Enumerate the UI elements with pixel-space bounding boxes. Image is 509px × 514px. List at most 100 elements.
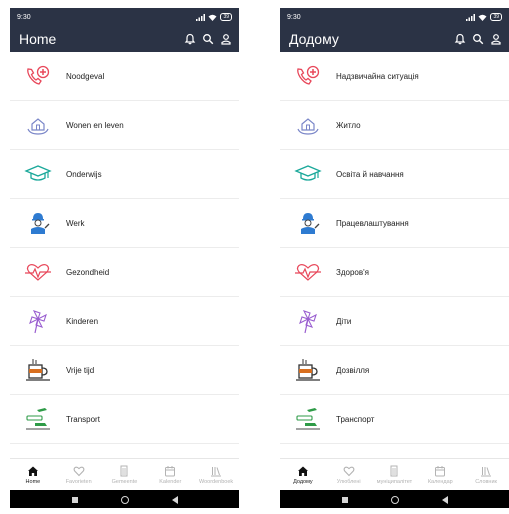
emergency-phone-icon xyxy=(293,63,323,89)
back-button[interactable] xyxy=(171,495,178,504)
system-navigation-bar xyxy=(280,490,509,508)
recent-apps-button[interactable] xyxy=(71,496,78,503)
nav-municipality[interactable]: муніципалітет xyxy=(372,465,417,485)
dictionary-icon xyxy=(481,466,492,476)
status-icons: 39 xyxy=(466,13,502,21)
category-item-leisure[interactable]: Дозвілля xyxy=(280,346,509,395)
app-bar: Додому xyxy=(280,26,509,52)
category-item-emergency[interactable]: Noodgeval xyxy=(10,52,239,101)
category-label: Житло xyxy=(336,120,361,130)
building-icon xyxy=(120,465,128,476)
category-item-transport[interactable]: Транспорт xyxy=(280,395,509,444)
battery-indicator: 39 xyxy=(490,13,502,21)
heart-pulse-icon xyxy=(293,259,323,285)
category-item-housing[interactable]: Житло xyxy=(280,101,509,150)
category-item-leisure[interactable]: Vrije tijd xyxy=(10,346,239,395)
calendar-icon xyxy=(165,465,176,476)
graduation-cap-icon xyxy=(23,161,53,187)
coffee-cup-icon xyxy=(23,357,53,383)
category-item-education[interactable]: Onderwijs xyxy=(10,150,239,199)
category-label: Onderwijs xyxy=(66,169,102,179)
category-item-health[interactable]: Gezondheid xyxy=(10,248,239,297)
category-item-children[interactable]: Kinderen xyxy=(10,297,239,346)
heart-icon xyxy=(343,466,355,476)
phone-screen-dutch: 9:30 39 Home Noodgeval Wonen en leven On… xyxy=(10,8,239,508)
wifi-icon xyxy=(208,14,217,21)
home-icon xyxy=(297,466,308,476)
category-label: Transport xyxy=(66,414,100,424)
bell-icon[interactable] xyxy=(454,33,466,45)
app-bar: Home xyxy=(10,26,239,52)
category-item-health[interactable]: Здоров'я xyxy=(280,248,509,297)
nav-calendar[interactable]: Календар xyxy=(418,465,463,485)
pinwheel-icon xyxy=(293,308,323,334)
wifi-icon xyxy=(478,14,487,21)
signal-icon xyxy=(196,13,206,21)
graduation-cap-icon xyxy=(293,161,323,187)
worker-icon xyxy=(23,210,53,236)
housing-icon xyxy=(293,112,323,138)
home-system-button[interactable] xyxy=(120,495,129,504)
category-item-emergency[interactable]: Надзвичайна ситуація xyxy=(280,52,509,101)
home-system-button[interactable] xyxy=(390,495,399,504)
back-button[interactable] xyxy=(441,495,448,504)
category-label: Gezondheid xyxy=(66,267,110,277)
category-label: Werk xyxy=(66,218,85,228)
nav-home[interactable]: Home xyxy=(10,465,55,485)
bottom-navigation: Home Favorieten Gemeente Kalender Woorde… xyxy=(10,458,239,490)
category-label: Надзвичайна ситуація xyxy=(336,71,419,81)
category-label: Транспорт xyxy=(336,414,375,424)
pinwheel-icon xyxy=(23,308,53,334)
status-bar: 9:30 39 xyxy=(10,8,239,26)
bottom-navigation: Додому Улюблені муніципалітет Календар С… xyxy=(280,458,509,490)
category-item-education[interactable]: Освіта й навчання xyxy=(280,150,509,199)
status-icons: 39 xyxy=(196,13,232,21)
signal-icon xyxy=(466,13,476,21)
emergency-phone-icon xyxy=(23,63,53,89)
category-item-transport[interactable]: Transport xyxy=(10,395,239,444)
category-item-children[interactable]: Діти xyxy=(280,297,509,346)
profile-icon[interactable] xyxy=(490,33,502,45)
category-item-work[interactable]: Працевлаштування xyxy=(280,199,509,248)
nav-home[interactable]: Додому xyxy=(280,465,325,485)
category-item-housing[interactable]: Wonen en leven xyxy=(10,101,239,150)
housing-icon xyxy=(23,112,53,138)
phone-screen-ukrainian: 9:30 39 Додому Надзвичайна ситуація Житл… xyxy=(280,8,509,508)
category-item-work[interactable]: Werk xyxy=(10,199,239,248)
search-icon[interactable] xyxy=(472,33,484,45)
page-title: Home xyxy=(19,31,57,47)
status-time: 9:30 xyxy=(17,13,31,21)
page-title: Додому xyxy=(289,31,339,47)
battery-indicator: 39 xyxy=(220,13,232,21)
nav-dictionary[interactable]: Словник xyxy=(464,465,509,485)
category-label: Wonen en leven xyxy=(66,120,124,130)
heart-pulse-icon xyxy=(23,259,53,285)
recent-apps-button[interactable] xyxy=(341,496,348,503)
category-list: Надзвичайна ситуація Житло Освіта й навч… xyxy=(280,52,509,458)
category-label: Vrije tijd xyxy=(66,365,95,375)
category-label: Дозвілля xyxy=(336,365,370,375)
nav-favorites[interactable]: Favorieten xyxy=(56,465,101,485)
category-label: Освіта й навчання xyxy=(336,169,404,179)
dictionary-icon xyxy=(211,466,222,476)
status-bar: 9:30 39 xyxy=(280,8,509,26)
building-icon xyxy=(390,465,398,476)
worker-icon xyxy=(293,210,323,236)
transport-icon xyxy=(293,406,323,432)
home-icon xyxy=(27,466,38,476)
search-icon[interactable] xyxy=(202,33,214,45)
coffee-cup-icon xyxy=(293,357,323,383)
calendar-icon xyxy=(435,465,446,476)
profile-icon[interactable] xyxy=(220,33,232,45)
heart-icon xyxy=(73,466,85,476)
nav-dictionary[interactable]: Woordenboek xyxy=(194,465,239,485)
status-time: 9:30 xyxy=(287,13,301,21)
system-navigation-bar xyxy=(10,490,239,508)
nav-municipality[interactable]: Gemeente xyxy=(102,465,147,485)
bell-icon[interactable] xyxy=(184,33,196,45)
category-label: Працевлаштування xyxy=(336,218,409,228)
nav-calendar[interactable]: Kalender xyxy=(148,465,193,485)
category-label: Діти xyxy=(336,316,352,326)
category-list: Noodgeval Wonen en leven Onderwijs Werk … xyxy=(10,52,239,458)
nav-favorites[interactable]: Улюблені xyxy=(326,465,371,485)
